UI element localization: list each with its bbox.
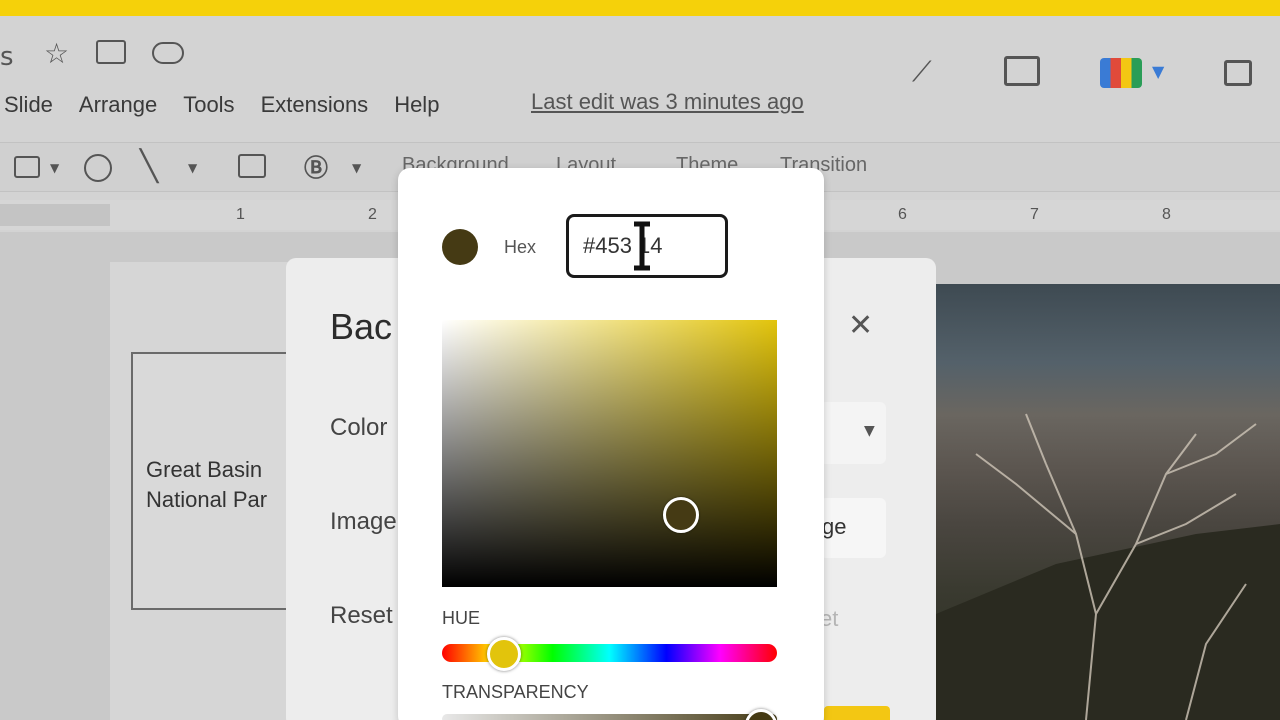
layout-box-icon[interactable]: Ⓑ	[304, 156, 328, 180]
saturation-value-handle[interactable]	[663, 497, 699, 533]
meet-icon[interactable]	[1100, 58, 1142, 88]
shape-icon[interactable]	[84, 154, 112, 182]
image-dropdown-icon[interactable]: ▼	[50, 162, 59, 174]
top-yellow-bar	[0, 0, 1280, 16]
done-button[interactable]	[824, 706, 890, 720]
hex-label: Hex	[504, 237, 537, 257]
title-row: s ☆ ⟋ ▼ ⋮	[0, 30, 1280, 88]
slide-title-line2: National Par	[146, 487, 268, 512]
insert-comment-icon[interactable]	[238, 154, 266, 178]
image-icon[interactable]	[14, 156, 40, 178]
close-icon[interactable]: ✕	[848, 308, 873, 343]
last-edit-link[interactable]: Last edit was 3 minutes ago	[531, 89, 804, 115]
ruler-tick: 8	[1162, 206, 1171, 223]
ruler-tick: 2	[368, 206, 377, 223]
menu-tools[interactable]: Tools	[183, 92, 234, 118]
meet-dropdown-icon[interactable]: ▼	[1152, 64, 1164, 80]
line-icon[interactable]: ╲	[140, 152, 158, 182]
title-fragment-icon: s	[0, 42, 14, 72]
value-gradient	[442, 320, 777, 587]
move-to-folder-icon[interactable]	[96, 40, 126, 64]
more-icon[interactable]: ⋮	[1270, 60, 1280, 86]
image-label: Image	[330, 508, 397, 535]
transparency-label: TRANSPARENCY	[442, 682, 589, 702]
text-cursor-icon	[634, 221, 650, 271]
slide-title-text: Great Basin National Par	[146, 455, 267, 515]
background-photo	[936, 284, 1280, 720]
ruler-margin	[0, 204, 110, 226]
line-dropdown-icon[interactable]: ▼	[188, 162, 197, 174]
transparency-slider[interactable]	[442, 714, 777, 720]
present-icon[interactable]	[1224, 60, 1252, 86]
dead-tree-image	[936, 413, 1280, 720]
menu-help[interactable]: Help	[394, 92, 439, 118]
star-icon[interactable]: ☆	[44, 40, 69, 68]
saturation-value-field[interactable]	[442, 320, 777, 587]
hue-label: HUE	[442, 608, 481, 628]
reset-label: Reset	[330, 602, 393, 629]
layout-dropdown-icon[interactable]: ▼	[352, 162, 361, 174]
selected-color-swatch	[442, 229, 478, 265]
menu-bar: Slide Arrange Tools Extensions Help	[0, 88, 465, 122]
comment-icon[interactable]	[1004, 56, 1040, 86]
ruler-tick: 1	[236, 206, 245, 223]
ruler-tick: 6	[898, 206, 907, 223]
trend-icon[interactable]: ⟋	[912, 58, 932, 86]
menu-extensions[interactable]: Extensions	[261, 92, 369, 118]
cloud-status-icon[interactable]	[152, 42, 184, 64]
choose-image-button[interactable]: ge	[820, 498, 886, 558]
slide-title-line1: Great Basin	[146, 457, 263, 482]
chevron-down-icon: ▼	[864, 423, 875, 439]
ruler-tick: 7	[1030, 206, 1039, 223]
hue-handle[interactable]	[487, 637, 521, 671]
color-label: Color	[330, 414, 388, 441]
menu-slide[interactable]: Slide	[4, 92, 53, 118]
color-select[interactable]: ▼	[820, 402, 886, 464]
choose-image-label: ge	[822, 514, 847, 539]
menu-arrange[interactable]: Arrange	[79, 92, 157, 118]
dialog-title: Bac	[330, 306, 393, 347]
